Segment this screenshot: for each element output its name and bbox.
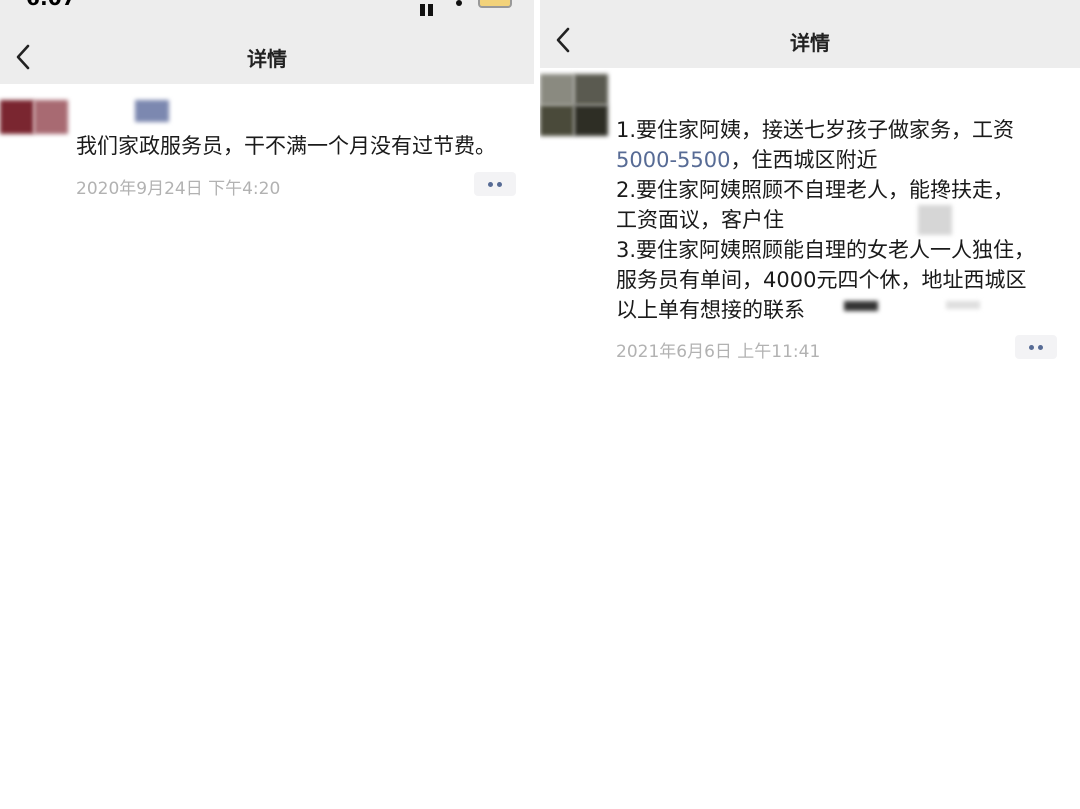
content-line: 1.要住家阿姨，接送七岁孩子做家务，工资 xyxy=(616,118,1015,142)
nav-bar: 6:07 详情 xyxy=(0,0,534,84)
content-line: 5000-5500，住西城区附近 xyxy=(616,145,1035,175)
content-line: 以上单有想接的联系 xyxy=(616,295,1035,325)
page-title: 详情 xyxy=(790,31,830,55)
post-timestamp: 2021年6月6日 上午11:41 xyxy=(616,342,821,362)
avatar[interactable] xyxy=(0,100,68,134)
content-text: ，住西城区附近 xyxy=(730,148,878,172)
more-dots-icon[interactable] xyxy=(1015,335,1057,359)
content-text: 以上单有想接的联系 xyxy=(616,298,805,322)
content-line: 2.要住家阿姨照顾不自理老人，能搀扶走， xyxy=(616,178,1015,202)
username-redacted xyxy=(135,100,169,122)
page-title: 详情 xyxy=(247,47,287,71)
right-screenshot: 详情 1.要住家阿姨，接送七岁孩子做家务，工资 5000-5500，住西城区附近… xyxy=(540,0,1080,809)
more-dots-icon[interactable] xyxy=(474,172,516,196)
salary-link[interactable]: 5000-5500 xyxy=(616,148,730,172)
avatar[interactable] xyxy=(540,74,608,136)
content-line: 服务员有单间，4000元四个休，地址西城区 xyxy=(616,268,1027,292)
post-timestamp: 2020年9月24日 下午4:20 xyxy=(76,179,281,199)
post-content: 我们家政服务员，干不满一个月没有过节费。 xyxy=(76,134,496,158)
left-screenshot: 6:07 详情 我们家政服务员，干不满一个月没有过节费。 2020年9月24日 … xyxy=(0,0,534,809)
content-line: 工资面议，客户住 xyxy=(616,205,1035,235)
wifi-icon xyxy=(456,0,462,6)
redacted-block xyxy=(918,205,952,235)
content-text: 工资面议，客户住 xyxy=(616,208,784,232)
content-line: 3.要住家阿姨照顾能自理的女老人一人独住， xyxy=(616,238,1036,262)
battery-icon xyxy=(478,0,512,8)
redacted-block xyxy=(844,301,878,311)
signal-icon xyxy=(420,0,436,16)
status-bar: 6:07 xyxy=(0,0,534,16)
redacted-block xyxy=(946,301,980,309)
status-time: 6:07 xyxy=(26,0,76,10)
post-content: 1.要住家阿姨，接送七岁孩子做家务，工资 5000-5500，住西城区附近 2.… xyxy=(616,115,1035,325)
nav-bar: 详情 xyxy=(540,0,1080,68)
